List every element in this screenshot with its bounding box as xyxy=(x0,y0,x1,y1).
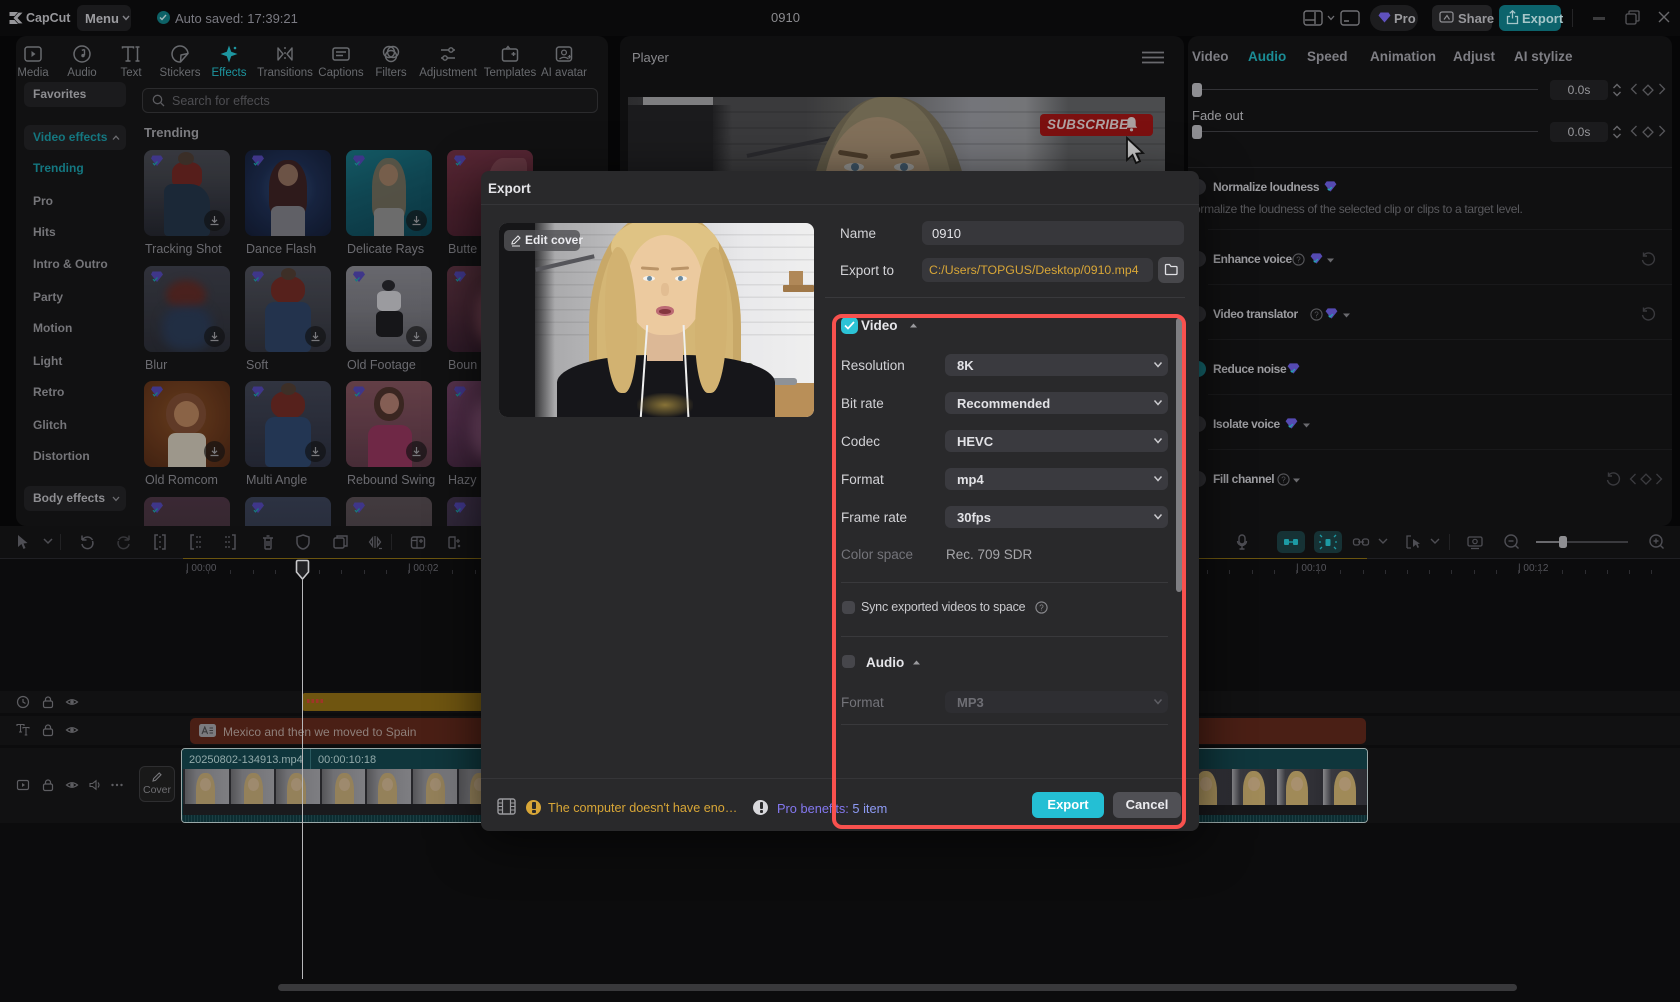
svg-text:?: ? xyxy=(1296,255,1301,264)
svg-text:?: ? xyxy=(1281,475,1286,484)
svg-text:?: ? xyxy=(1314,310,1319,319)
